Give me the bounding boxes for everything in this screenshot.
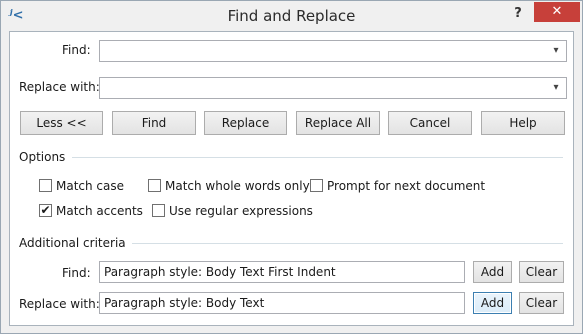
close-button[interactable]: ✕ — [534, 2, 580, 22]
criteria-replace-label: Replace with: — [19, 297, 100, 311]
criteria-replace-add-button[interactable]: Add — [473, 292, 512, 314]
criteria-find-add-button[interactable]: Add — [473, 261, 512, 283]
find-label: Find: — [62, 43, 91, 57]
criteria-replace-clear-button[interactable]: Clear — [519, 292, 564, 314]
regex-checkbox[interactable] — [152, 204, 165, 217]
match-whole-words-label: Match whole words only — [165, 179, 310, 193]
chevron-down-icon[interactable]: ▾ — [549, 43, 563, 59]
regex-label: Use regular expressions — [169, 204, 313, 218]
match-accents-label: Match accents — [56, 204, 143, 218]
find-replace-dialog: ʲ< Find and Replace ? ✕ Find: ▾ Replace … — [0, 0, 583, 334]
find-button[interactable]: Find — [112, 111, 196, 135]
additional-criteria-heading: Additional criteria — [19, 236, 126, 250]
less-button[interactable]: Less << — [20, 111, 103, 135]
options-divider — [72, 157, 563, 158]
criteria-find-field[interactable]: Paragraph style: Body Text First Indent — [99, 261, 465, 283]
options-heading: Options — [19, 150, 66, 164]
criteria-divider — [132, 243, 563, 244]
chevron-down-icon[interactable]: ▾ — [549, 80, 563, 96]
help-icon[interactable]: ? — [509, 5, 527, 23]
prompt-next-document-label: Prompt for next document — [327, 179, 486, 193]
replace-button[interactable]: Replace — [204, 111, 287, 135]
prompt-next-document-checkbox[interactable] — [310, 179, 323, 192]
replace-all-button[interactable]: Replace All — [296, 111, 380, 135]
cancel-button[interactable]: Cancel — [388, 111, 472, 135]
match-case-label: Match case — [56, 179, 125, 193]
checkmark-icon: ✔ — [40, 203, 51, 217]
find-combobox[interactable]: ▾ — [99, 40, 567, 62]
match-whole-words-checkbox[interactable] — [148, 179, 161, 192]
replace-combobox[interactable]: ▾ — [99, 77, 567, 99]
help-button[interactable]: Help — [481, 111, 565, 135]
replace-label: Replace with: — [19, 80, 100, 94]
criteria-find-label: Find: — [62, 266, 91, 280]
criteria-find-clear-button[interactable]: Clear — [519, 261, 564, 283]
title-bar: ʲ< Find and Replace ? ✕ — [1, 1, 582, 31]
criteria-replace-field[interactable]: Paragraph style: Body Text — [99, 292, 465, 314]
dialog-title: Find and Replace — [227, 7, 356, 25]
match-accents-checkbox[interactable]: ✔ — [39, 204, 52, 217]
dialog-content: Find: ▾ Replace with: ▾ Less << Find Rep… — [9, 31, 574, 326]
match-case-checkbox[interactable] — [39, 179, 52, 192]
